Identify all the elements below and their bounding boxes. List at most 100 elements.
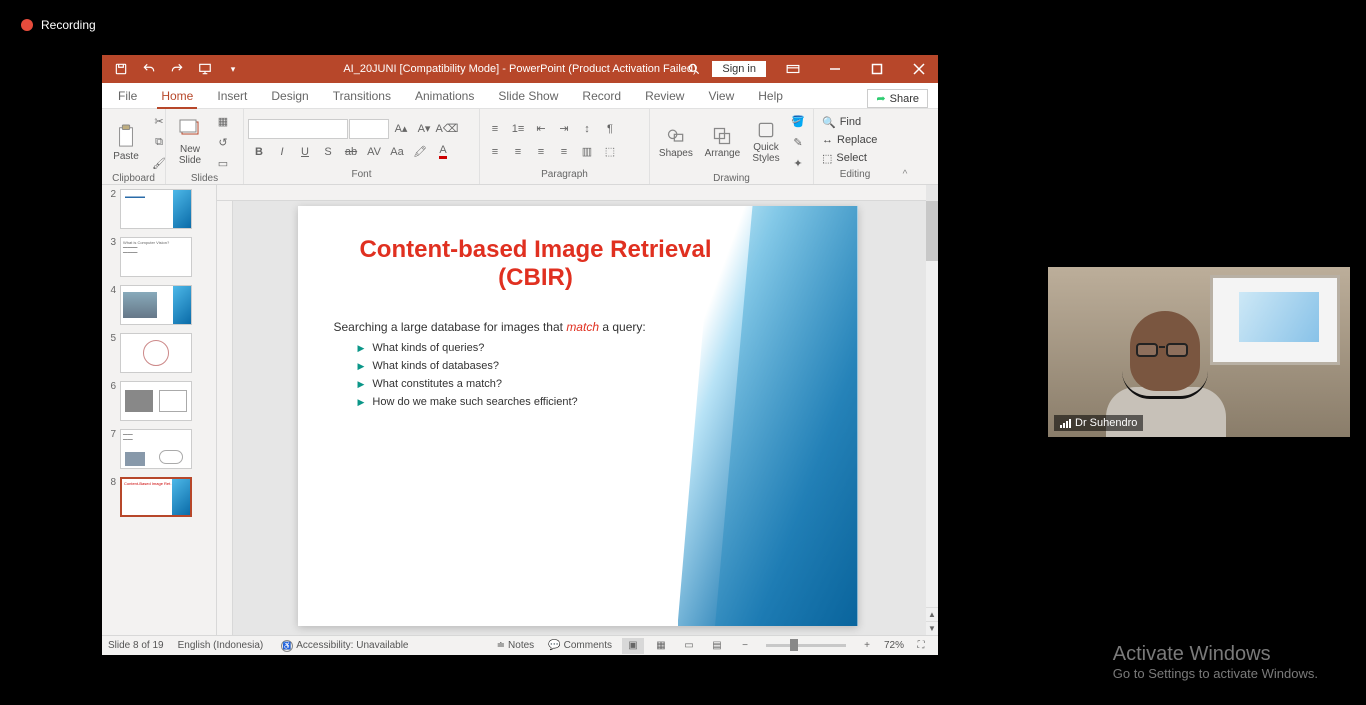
slide-subtitle[interactable]: Searching a large database for images th… — [334, 320, 738, 334]
ribbon-display-options[interactable] — [774, 55, 812, 83]
zoom-slider-thumb[interactable] — [790, 639, 798, 651]
align-center-button[interactable]: ≡ — [507, 142, 529, 162]
slideshow-view-button[interactable]: ▤ — [706, 638, 728, 654]
align-left-button[interactable]: ≡ — [484, 142, 506, 162]
thumb-7[interactable]: 7━━━━━━━━ — [106, 429, 212, 469]
shape-effects-button[interactable]: ✦ — [787, 153, 809, 173]
tab-design[interactable]: Design — [259, 84, 320, 108]
sorter-view-button[interactable]: ▦ — [650, 638, 672, 654]
tab-animations[interactable]: Animations — [403, 84, 486, 108]
change-case-button[interactable]: Aa — [386, 142, 408, 162]
slide-bullets[interactable]: ▶What kinds of queries? ▶What kinds of d… — [358, 342, 738, 408]
tab-review[interactable]: Review — [633, 84, 696, 108]
tab-view[interactable]: View — [696, 84, 746, 108]
normal-view-button[interactable]: ▣ — [622, 638, 644, 654]
signin-button[interactable]: Sign in — [712, 61, 766, 77]
thumb-3[interactable]: 3What is Computer Vision?━━━━━━━━━━━━ — [106, 237, 212, 277]
justify-button[interactable]: ≡ — [553, 142, 575, 162]
font-family-selector[interactable] — [248, 119, 348, 139]
collapse-ribbon-button[interactable]: ^ — [896, 109, 914, 184]
decrease-font-button[interactable]: A▾ — [413, 119, 435, 139]
char-spacing-button[interactable]: AV — [363, 142, 385, 162]
clear-formatting-button[interactable]: A⌫ — [436, 119, 458, 139]
reset-button[interactable]: ↺ — [212, 132, 234, 152]
slide-editor[interactable]: Content-based Image Retrieval (CBIR) Sea… — [217, 185, 938, 635]
next-slide-button[interactable]: ▼ — [926, 621, 938, 635]
language-indicator[interactable]: English (Indonesia) — [178, 640, 264, 651]
italic-button[interactable]: I — [271, 142, 293, 162]
shape-outline-button[interactable]: ✎ — [787, 132, 809, 152]
tab-help[interactable]: Help — [746, 84, 795, 108]
select-button[interactable]: ⬚Select — [818, 149, 881, 167]
highlight-button[interactable]: 🖍 — [409, 142, 431, 162]
accessibility-button[interactable]: ♿ Accessibility: Unavailable — [277, 638, 412, 654]
strikethrough-button[interactable]: ab — [340, 142, 362, 162]
reading-view-button[interactable]: ▭ — [678, 638, 700, 654]
presenter-webcam[interactable]: Dr Suhendro — [1048, 267, 1350, 437]
bullet-icon: ▶ — [358, 343, 365, 354]
slide-title[interactable]: Content-based Image Retrieval (CBIR) — [334, 236, 738, 292]
comments-button[interactable]: 💬 Comments — [544, 638, 616, 653]
shapes-button[interactable]: Shapes — [654, 124, 698, 161]
font-color-button[interactable]: A — [432, 142, 454, 162]
tab-record[interactable]: Record — [570, 84, 633, 108]
columns-button[interactable]: ▥ — [576, 142, 598, 162]
maximize-button[interactable] — [858, 55, 896, 83]
undo-button[interactable] — [138, 58, 160, 80]
minimize-button[interactable] — [816, 55, 854, 83]
thumb-6[interactable]: 6 — [106, 381, 212, 421]
align-right-button[interactable]: ≡ — [530, 142, 552, 162]
tab-slideshow[interactable]: Slide Show — [486, 84, 570, 108]
prev-slide-button[interactable]: ▲ — [926, 607, 938, 621]
arrange-button[interactable]: Arrange — [700, 124, 745, 161]
present-from-beginning-button[interactable] — [194, 58, 216, 80]
scrollbar-thumb[interactable] — [926, 201, 938, 261]
redo-button[interactable] — [166, 58, 188, 80]
zoom-slider[interactable] — [766, 644, 846, 647]
vertical-scrollbar[interactable]: ▲ ▼ — [926, 201, 938, 635]
tab-transitions[interactable]: Transitions — [321, 84, 403, 108]
thumb-8[interactable]: 8Content-Based Image Ret… — [106, 477, 212, 517]
bold-button[interactable]: B — [248, 142, 270, 162]
shape-fill-button[interactable]: 🪣 — [787, 111, 809, 131]
zoom-in-button[interactable]: + — [856, 638, 878, 654]
share-button[interactable]: ➦ Share — [867, 89, 928, 108]
paste-button[interactable]: Paste — [106, 121, 146, 164]
notes-button[interactable]: ≐ Notes — [493, 638, 539, 653]
group-editing: 🔍Find ↔Replace ⬚Select Editing — [814, 109, 896, 184]
slide-counter[interactable]: Slide 8 of 19 — [108, 640, 164, 651]
tab-insert[interactable]: Insert — [205, 84, 259, 108]
activate-windows-watermark: Activate Windows Go to Settings to activ… — [1113, 643, 1318, 681]
bullets-button[interactable]: ≡ — [484, 119, 506, 139]
projected-slide — [1239, 292, 1319, 342]
tab-home[interactable]: Home — [149, 84, 205, 108]
increase-indent-button[interactable]: ⇥ — [553, 119, 575, 139]
current-slide[interactable]: Content-based Image Retrieval (CBIR) Sea… — [298, 206, 858, 626]
thumb-2[interactable]: 2▬▬▬▬ — [106, 189, 212, 229]
find-button[interactable]: 🔍Find — [818, 113, 881, 131]
close-button[interactable] — [900, 55, 938, 83]
increase-font-button[interactable]: A▴ — [390, 119, 412, 139]
layout-button[interactable]: ▦ — [212, 111, 234, 131]
numbering-button[interactable]: 1≡ — [507, 119, 529, 139]
font-size-selector[interactable] — [349, 119, 389, 139]
zoom-level[interactable]: 72% — [884, 640, 904, 651]
replace-button[interactable]: ↔Replace — [818, 131, 881, 149]
section-button[interactable]: ▭ — [212, 153, 234, 173]
slide-thumbnail-panel[interactable]: 2▬▬▬▬ 3What is Computer Vision?━━━━━━━━━… — [102, 185, 217, 635]
thumb-5[interactable]: 5 — [106, 333, 212, 373]
line-spacing-button[interactable]: ↕ — [576, 119, 598, 139]
autosave-toggle[interactable] — [110, 58, 132, 80]
zoom-out-button[interactable]: − — [734, 638, 756, 654]
thumb-4[interactable]: ✦4 — [106, 285, 212, 325]
decrease-indent-button[interactable]: ⇤ — [530, 119, 552, 139]
new-slide-button[interactable]: New Slide — [170, 116, 210, 168]
underline-button[interactable]: U — [294, 142, 316, 162]
smartart-button[interactable]: ⬚ — [599, 142, 621, 162]
tab-file[interactable]: File — [106, 84, 149, 108]
fit-to-window-button[interactable]: ⛶ — [910, 638, 932, 654]
qat-customize[interactable]: ▾ — [222, 58, 244, 80]
text-direction-button[interactable]: ¶ — [599, 119, 621, 139]
quick-styles-button[interactable]: Quick Styles — [747, 118, 785, 166]
shadow-button[interactable]: S — [317, 142, 339, 162]
